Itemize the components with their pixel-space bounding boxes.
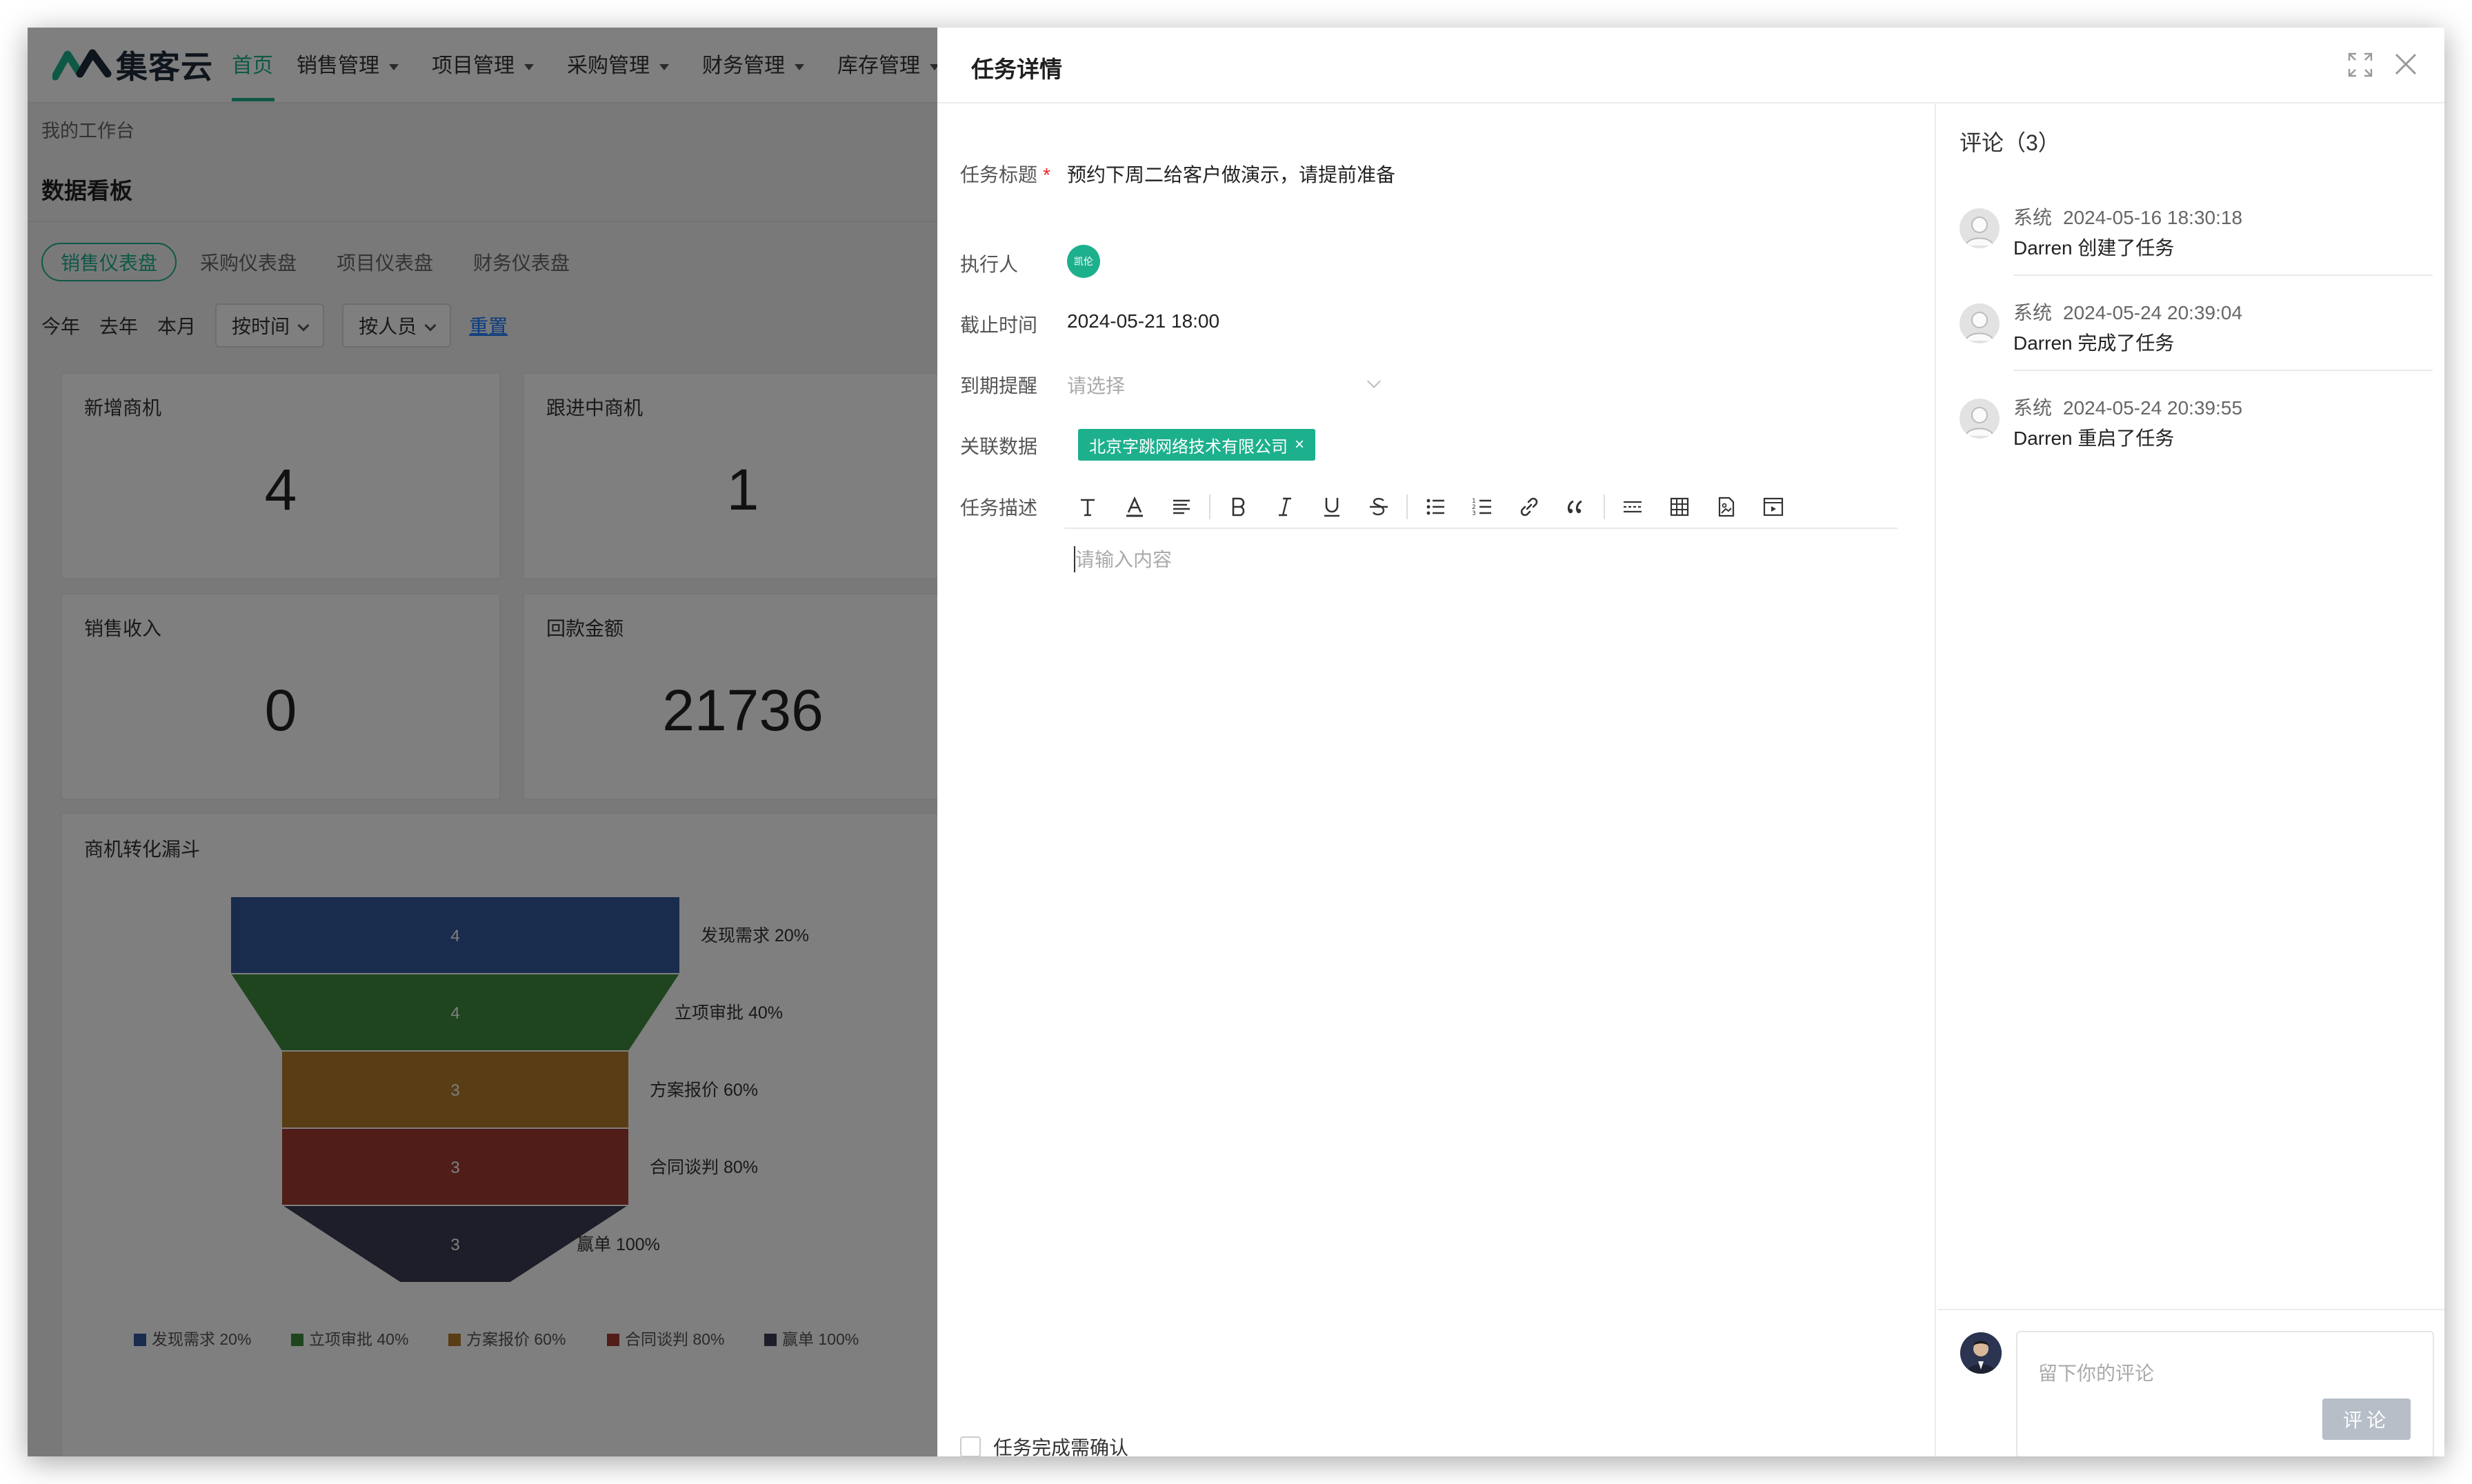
comment-text: Darren 重启了任务: [2013, 428, 2175, 449]
comment-composer: 留下你的评论 评论: [1937, 1309, 2444, 1456]
comment-meta: 系统 2024-05-24 20:39:55: [2013, 393, 2242, 421]
divider: [2013, 370, 2433, 371]
assignee-label: 执行人: [960, 254, 1019, 275]
bullet-list-icon[interactable]: [1412, 490, 1459, 524]
comment-placeholder: 留下你的评论: [2038, 1363, 2155, 1384]
video-icon[interactable]: [1750, 490, 1797, 524]
comment-text: Darren 创建了任务: [2013, 237, 2175, 259]
app-window: 集客云 首页 销售管理 项目管理 采购管理 财务管理 库存管理 我的工作台 数据…: [28, 28, 2444, 1456]
description-editor[interactable]: 请输入内容: [1073, 545, 1172, 572]
toolbar-separator: [1604, 494, 1605, 519]
assignee-avatar[interactable]: 凯伦: [1067, 245, 1100, 278]
deadline-value[interactable]: 2024-05-21 18:00: [1067, 310, 1219, 332]
comments-title: 评论（3）: [1960, 130, 2060, 155]
confirm-required-checkbox[interactable]: 任务完成需确认: [960, 1433, 1128, 1456]
text-style-icon[interactable]: [1064, 490, 1111, 524]
comments-panel: 评论（3） 系统 2024-05-16 18:30:18 Darren 创建了任务…: [1937, 103, 2444, 1456]
comment-author: 系统: [2013, 397, 2053, 419]
ordered-list-icon[interactable]: 123: [1459, 490, 1506, 524]
related-data-label: 关联数据: [960, 436, 1038, 457]
reminder-placeholder: 请选择: [1067, 375, 1126, 397]
comment-text: Darren 完成了任务: [2013, 332, 2175, 354]
align-icon[interactable]: [1158, 490, 1205, 524]
description-label: 任务描述: [960, 497, 1038, 519]
avatar: [1960, 208, 2000, 248]
link-icon[interactable]: [1506, 490, 1553, 524]
reminder-label: 到期提醒: [960, 375, 1038, 397]
comment-meta: 系统 2024-05-24 20:39:04: [2013, 298, 2242, 325]
comment-input[interactable]: 留下你的评论 评论: [2016, 1331, 2434, 1456]
task-title-label: 任务标题 *: [960, 160, 1050, 188]
strikethrough-icon[interactable]: [1355, 490, 1402, 524]
user-placeholder-icon: [1965, 312, 1994, 341]
divider-icon[interactable]: [1609, 490, 1656, 524]
comment-author: 系统: [2013, 302, 2053, 323]
deadline-label: 截止时间: [960, 314, 1038, 336]
comment-meta: 系统 2024-05-16 18:30:18: [2013, 203, 2242, 230]
user-placeholder-icon: [1965, 217, 1994, 246]
background-app: 集客云 首页 销售管理 项目管理 采购管理 财务管理 库存管理 我的工作台 数据…: [28, 28, 938, 1456]
checkbox[interactable]: [960, 1436, 981, 1456]
image-icon[interactable]: [1703, 490, 1750, 524]
avatar: [1960, 303, 2000, 343]
submit-comment-button[interactable]: 评论: [2322, 1398, 2411, 1440]
comment-author: 系统: [2013, 207, 2053, 228]
comment-time: 2024-05-24 20:39:04: [2063, 302, 2243, 323]
table-icon[interactable]: [1656, 490, 1703, 524]
divider: [2013, 274, 2433, 276]
comment-time: 2024-05-16 18:30:18: [2063, 207, 2243, 228]
expand-icon[interactable]: [2346, 51, 2374, 79]
drawer-header: 任务详情: [937, 28, 2444, 103]
toolbar-separator: [1209, 494, 1210, 519]
related-data-tag[interactable]: 北京字跳网络技术有限公司 ×: [1078, 429, 1316, 461]
current-user-avatar: [1960, 1332, 2002, 1374]
tag-close-icon[interactable]: ×: [1295, 435, 1304, 454]
task-detail-drawer: 任务详情 任务标题 * 预约下周二给客户做演示，请提前准备 执行人 凯伦 截止时间…: [937, 28, 2444, 1456]
close-icon[interactable]: [2391, 50, 2420, 79]
reminder-select[interactable]: 请选择: [1067, 371, 1384, 399]
underline-icon[interactable]: [1308, 490, 1355, 524]
user-photo-icon: [1960, 1332, 2002, 1374]
toolbar-separator: [1406, 494, 1408, 519]
bold-icon[interactable]: [1215, 490, 1262, 524]
font-color-icon[interactable]: [1111, 490, 1158, 524]
task-form: 任务标题 * 预约下周二给客户做演示，请提前准备 执行人 凯伦 截止时间 2024…: [937, 103, 1936, 1456]
chevron-down-icon: [1367, 374, 1381, 388]
comment-time: 2024-05-24 20:39:55: [2063, 397, 2243, 419]
quote-icon[interactable]: [1553, 490, 1599, 524]
drawer-title: 任务详情: [971, 57, 1062, 82]
editor-toolbar: 123: [1064, 486, 1897, 529]
task-title-label-text: 任务标题: [960, 164, 1038, 186]
svg-text:3: 3: [1472, 510, 1476, 517]
user-placeholder-icon: [1965, 407, 1994, 437]
required-mark: *: [1043, 164, 1050, 186]
task-title-value[interactable]: 预约下周二给客户做演示，请提前准备: [1067, 160, 1395, 188]
related-data-tag-label: 北京字跳网络技术有限公司: [1089, 437, 1288, 457]
avatar: [1960, 399, 2000, 439]
italic-icon[interactable]: [1262, 490, 1308, 524]
confirm-required-label: 任务完成需确认: [993, 1437, 1129, 1456]
modal-mask[interactable]: [28, 28, 938, 1456]
